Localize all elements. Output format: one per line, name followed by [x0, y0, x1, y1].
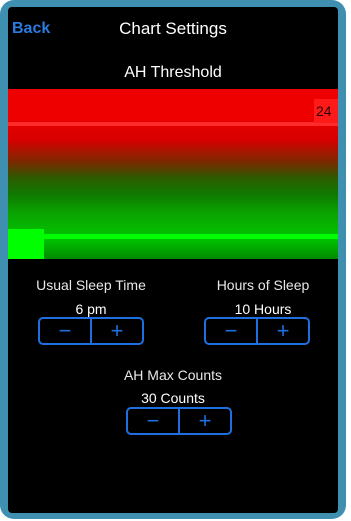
red-zone [8, 89, 338, 121]
hours-of-sleep-label: Hours of Sleep [216, 277, 310, 293]
max-counts-increment-button[interactable]: + [180, 409, 230, 433]
device-frame: Back Chart Settings AH Threshold 24 Usua… [0, 0, 346, 519]
max-counts-label: AH Max Counts [123, 367, 223, 383]
hours-of-sleep-value: 10 Hours [234, 301, 292, 317]
lower-threshold-line[interactable] [8, 234, 338, 239]
hours-of-sleep-stepper[interactable]: − + [204, 317, 310, 345]
sleep-time-decrement-button[interactable]: − [40, 319, 90, 343]
upper-threshold-line[interactable] [8, 122, 338, 126]
threshold-slider[interactable]: 24 [8, 89, 338, 259]
max-counts-value: 30 Counts [141, 390, 205, 406]
navigation-bar: Back Chart Settings [8, 7, 338, 51]
page-title: Chart Settings [119, 19, 227, 38]
max-counts-decrement-button[interactable]: − [128, 409, 178, 433]
sleep-time-stepper[interactable]: − + [38, 317, 144, 345]
hours-decrement-button[interactable]: − [206, 319, 256, 343]
max-counts-stepper[interactable]: − + [126, 407, 232, 435]
sleep-time-increment-button[interactable]: + [92, 319, 142, 343]
screen: Back Chart Settings AH Threshold 24 Usua… [8, 7, 338, 513]
threshold-title: AH Threshold [124, 64, 222, 81]
sleep-time-label: Usual Sleep Time [36, 277, 146, 293]
hours-increment-button[interactable]: + [258, 319, 308, 343]
threshold-value-box: 24 [314, 99, 338, 123]
sleep-time-value: 6 pm [75, 301, 107, 317]
slider-handle[interactable] [8, 229, 44, 259]
